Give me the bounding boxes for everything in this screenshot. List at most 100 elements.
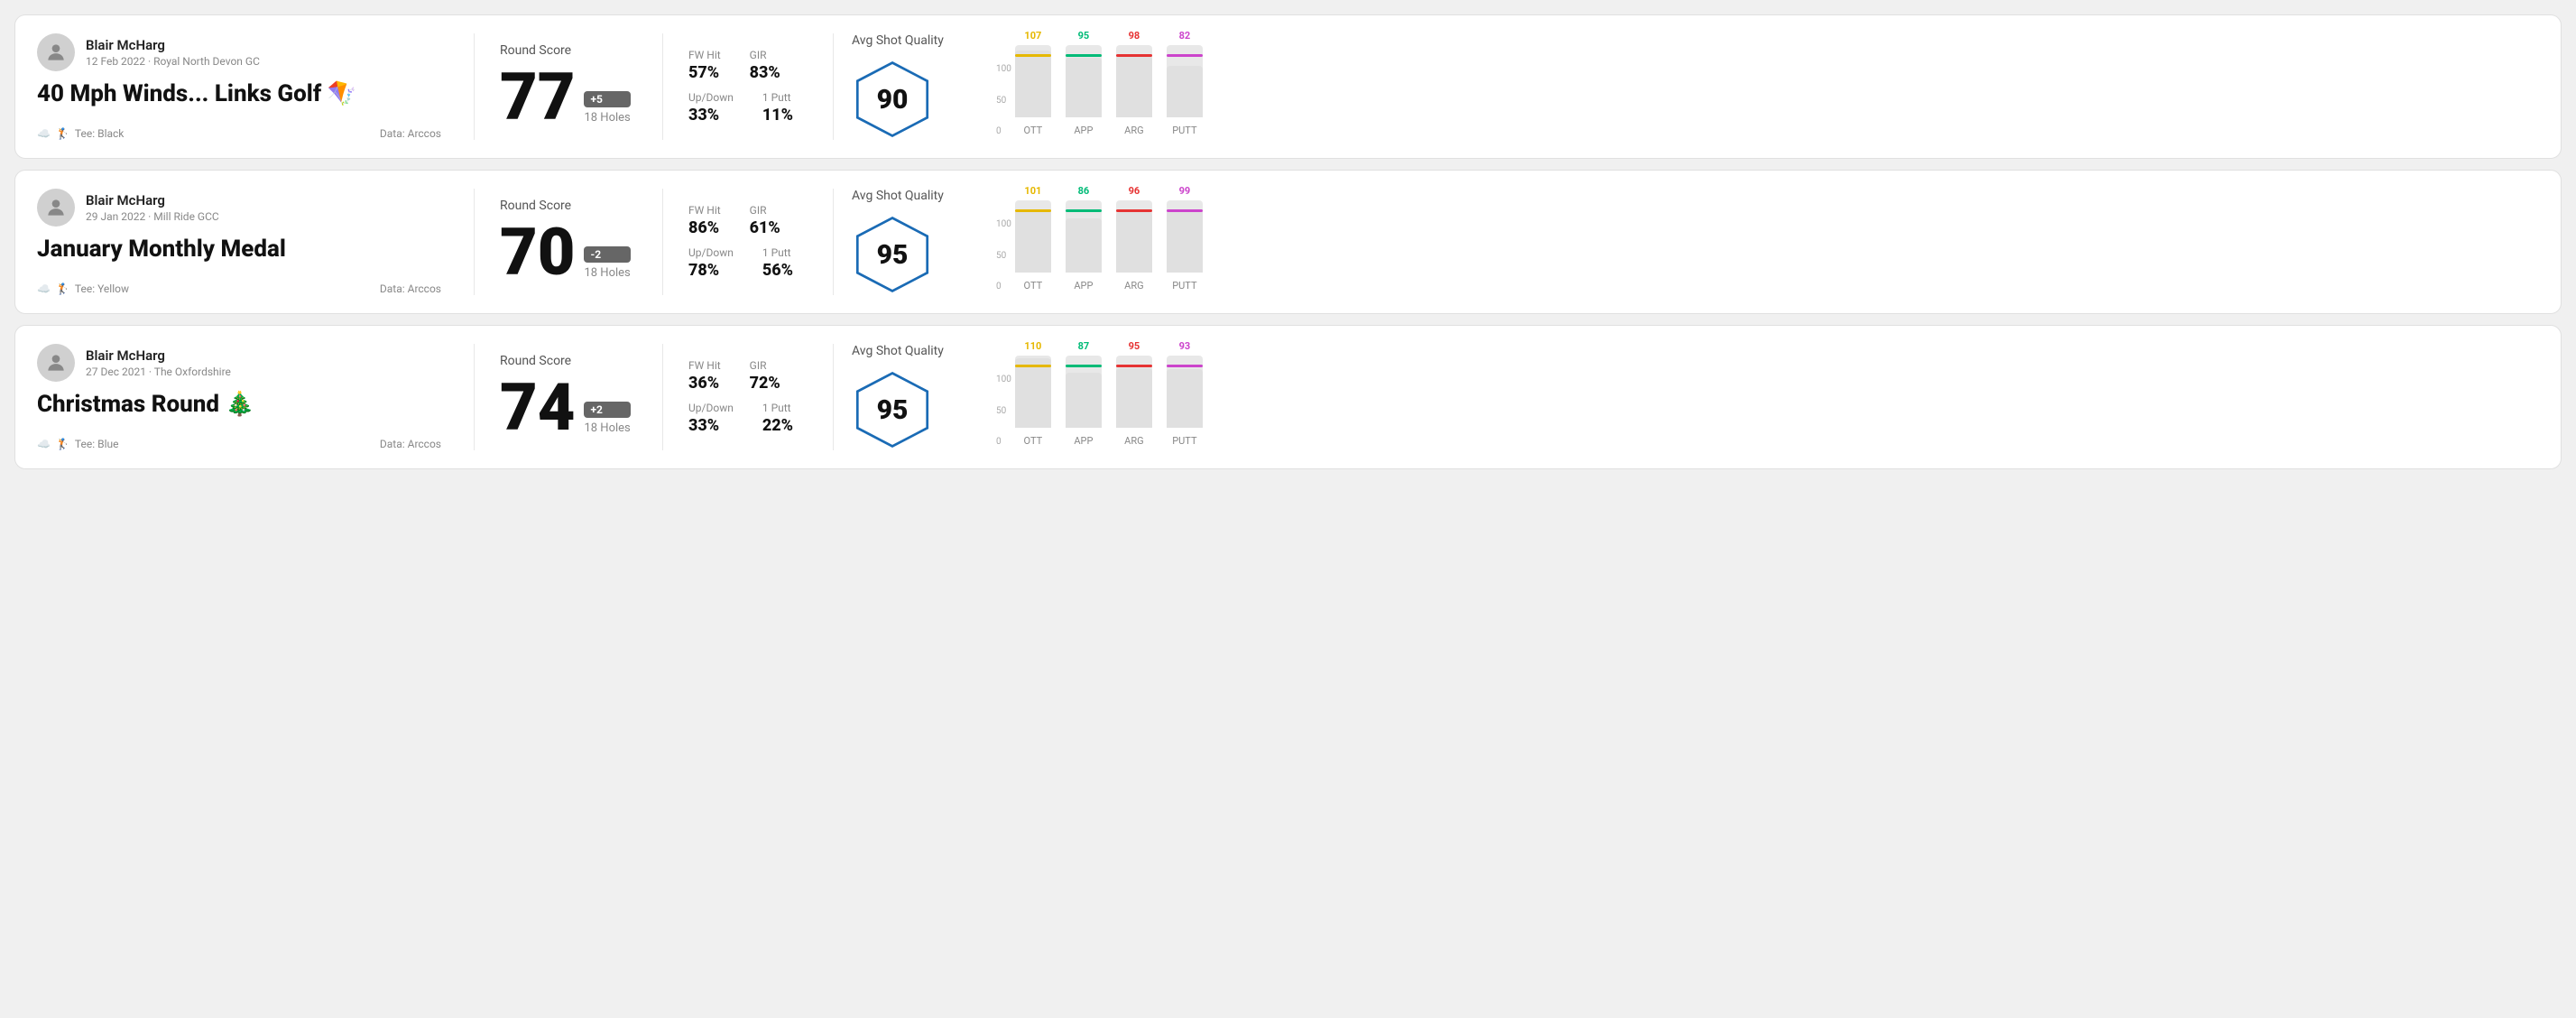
bar-container-ott [1015,200,1051,273]
quality-label: Avg Shot Quality [852,189,944,203]
stats-section: FW Hit 36% GIR 72% Up/Down 33% 1 Putt [667,344,829,450]
stat-row-bottom: Up/Down 33% 1 Putt 22% [688,402,808,435]
bar-label-app: APP [1074,280,1093,292]
tee-label: Tee: Black [75,127,124,140]
stats-section: FW Hit 57% GIR 83% Up/Down 33% 1 Putt [667,33,829,140]
bar-group-arg: 96 ARG [1116,185,1152,292]
divider-3 [833,33,834,140]
bar-label-ott: OTT [1024,280,1043,292]
bar-container-putt [1167,200,1203,273]
divider-2 [662,344,663,450]
bar-value-putt: 93 [1179,340,1191,352]
stat-row-top: FW Hit 36% GIR 72% [688,359,808,393]
bar-container-arg [1116,356,1152,428]
oneputt-value: 56% [762,261,793,280]
oneputt-value: 22% [762,416,793,435]
bar-label-putt: PUTT [1172,435,1196,447]
score-diff-badge: +2 [584,402,630,418]
fw-hit-stat: FW Hit 57% [688,49,721,82]
gir-stat: GIR 72% [750,359,780,393]
score-label: Round Score [500,199,637,213]
tee-info: ☁️ 🏌️ Tee: Black [37,127,124,140]
updown-value: 78% [688,261,734,280]
bar-container-app [1066,45,1102,117]
hexagon-wrap: 95 [852,214,933,295]
bar-fill-putt [1167,369,1203,428]
bar-marker-app [1066,54,1102,57]
left-section-1: Blair McHarg 12 Feb 2022 · Royal North D… [37,33,470,140]
avatar [37,189,75,227]
updown-label: Up/Down [688,91,734,104]
score-big: 70 [500,220,575,285]
updown-stat: Up/Down 33% [688,91,734,125]
quality-section: Avg Shot Quality 90 [837,33,982,140]
bar-label-arg: ARG [1124,280,1143,292]
holes-label: 18 Holes [584,111,630,125]
fw-hit-value: 57% [688,63,721,82]
user-info: Blair McHarg 27 Dec 2021 · The Oxfordshi… [86,347,231,378]
bar-marker-putt [1167,365,1203,367]
gir-label: GIR [750,204,780,217]
score-badge-wrap: +5 18 Holes [584,91,630,130]
tee-label: Tee: Yellow [75,282,129,295]
oneputt-label: 1 Putt [762,91,793,104]
bar-value-arg: 96 [1129,185,1140,197]
data-source: Data: Arccos [380,438,441,450]
user-meta: 12 Feb 2022 · Royal North Devon GC [86,55,260,68]
score-row: 70 -2 18 Holes [500,220,637,285]
bar-container-putt [1167,356,1203,428]
gir-value: 61% [750,218,780,237]
bar-marker-putt [1167,209,1203,212]
bar-value-putt: 82 [1179,30,1191,42]
user-name: Blair McHarg [86,37,260,53]
bar-container-ott [1015,356,1051,428]
user-info: Blair McHarg 29 Jan 2022 · Mill Ride GCC [86,192,219,223]
bar-value-ott: 107 [1024,30,1041,42]
user-header: Blair McHarg 12 Feb 2022 · Royal North D… [37,33,441,71]
quality-label: Avg Shot Quality [852,344,944,358]
round-card-1: Blair McHarg 12 Feb 2022 · Royal North D… [14,14,2562,159]
bar-label-arg: ARG [1124,125,1143,136]
chart-section: 100 50 0 110 OTT 87 APP [982,344,2539,450]
stat-row-top: FW Hit 86% GIR 61% [688,204,808,237]
bar-value-ott: 110 [1024,340,1041,352]
score-badge-wrap: -2 18 Holes [584,246,630,285]
bar-container-app [1066,200,1102,273]
updown-label: Up/Down [688,246,734,259]
stat-row-bottom: Up/Down 33% 1 Putt 11% [688,91,808,125]
bar-fill-arg [1116,212,1152,273]
weather-icon: ☁️ [37,127,51,140]
divider-1 [474,344,475,450]
fw-hit-stat: FW Hit 86% [688,204,721,237]
updown-value: 33% [688,106,734,125]
round-title: Christmas Round 🎄 [37,391,441,418]
divider-2 [662,189,663,295]
bar-marker-ott [1015,365,1051,367]
oneputt-stat: 1 Putt 56% [762,246,793,280]
oneputt-label: 1 Putt [762,246,793,259]
quality-score: 90 [877,84,909,116]
data-source: Data: Arccos [380,127,441,140]
bar-fill-arg [1116,368,1152,428]
divider-3 [833,189,834,295]
holes-label: 18 Holes [584,421,630,435]
bar-value-app: 95 [1078,30,1090,42]
tee-info: ☁️ 🏌️ Tee: Blue [37,438,118,450]
bar-fill-app [1066,218,1102,273]
score-row: 77 +5 18 Holes [500,65,637,130]
footer-info: ☁️ 🏌️ Tee: Black Data: Arccos [37,127,441,140]
stats-section: FW Hit 86% GIR 61% Up/Down 78% 1 Putt [667,189,829,295]
bar-fill-ott [1015,209,1051,273]
avatar [37,344,75,382]
user-name: Blair McHarg [86,347,231,364]
score-section: Round Score 70 -2 18 Holes [478,189,659,295]
bar-label-app: APP [1074,125,1093,136]
score-section: Round Score 77 +5 18 Holes [478,33,659,140]
bag-icon: 🏌️ [56,282,69,295]
bar-label-putt: PUTT [1172,125,1196,136]
user-name: Blair McHarg [86,192,219,208]
quality-label: Avg Shot Quality [852,33,944,48]
bar-fill-putt [1167,66,1203,117]
holes-label: 18 Holes [584,266,630,280]
user-meta: 29 Jan 2022 · Mill Ride GCC [86,210,219,223]
